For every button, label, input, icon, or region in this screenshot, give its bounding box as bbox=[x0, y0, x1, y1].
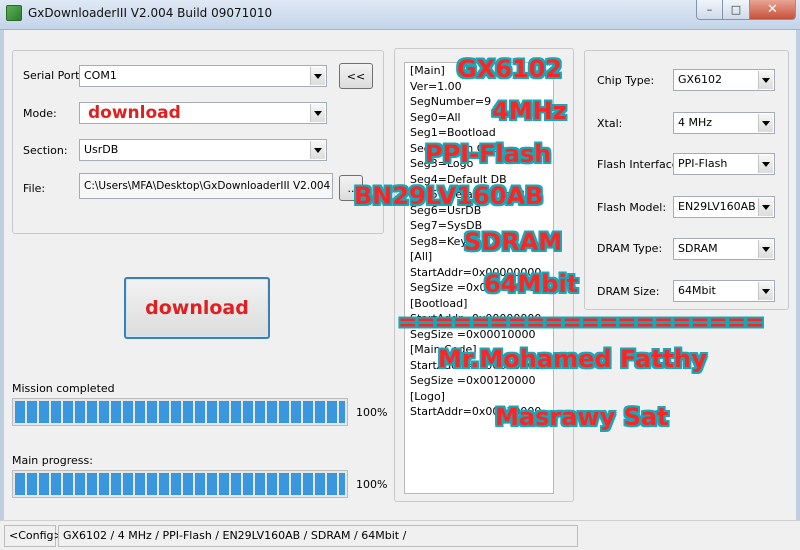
file-path-input[interactable]: C:\Users\MFA\Desktop\GxDownloaderIII V2.… bbox=[79, 173, 333, 199]
download-button[interactable]: download bbox=[124, 277, 270, 339]
overlay-brand: Masrawy Sat bbox=[495, 403, 669, 431]
chip-type-label: Chip Type: bbox=[597, 74, 655, 87]
overlay-divider: ==================== bbox=[398, 310, 764, 336]
chip-type-value: GX6102 bbox=[678, 73, 723, 86]
overlay-dram-type: SDRAM bbox=[464, 228, 563, 256]
dram-size-select[interactable]: 64Mbit bbox=[673, 280, 775, 302]
serial-port-label: Serial Port: bbox=[23, 69, 84, 82]
section-select[interactable]: UsrDB bbox=[79, 139, 327, 161]
mission-completed-label: Mission completed bbox=[12, 382, 115, 395]
serial-port-value: COM1 bbox=[84, 69, 117, 82]
chevron-down-icon[interactable] bbox=[758, 240, 773, 258]
main-progress-fill bbox=[15, 473, 345, 495]
maximize-button[interactable]: □ bbox=[723, 0, 750, 20]
mission-progress-fill bbox=[15, 401, 345, 423]
download-button-label: download bbox=[145, 297, 249, 319]
dram-type-label: DRAM Type: bbox=[597, 242, 663, 255]
overlay-flash-model: BN29LV160AB bbox=[354, 182, 544, 210]
dram-size-label: DRAM Size: bbox=[597, 285, 660, 298]
flash-model-value: EN29LV160AB bbox=[678, 200, 756, 213]
chevron-down-icon[interactable] bbox=[310, 104, 325, 122]
section-label: Section: bbox=[23, 144, 68, 157]
section-value: UsrDB bbox=[84, 143, 119, 156]
minimize-button[interactable]: – bbox=[696, 0, 723, 20]
chip-type-select[interactable]: GX6102 bbox=[673, 69, 775, 91]
main-progress-bar bbox=[12, 470, 348, 498]
flash-interface-value: PPI-Flash bbox=[678, 157, 728, 170]
chevron-down-icon[interactable] bbox=[758, 71, 773, 89]
main-percent: 100% bbox=[356, 478, 388, 491]
chevron-down-icon[interactable] bbox=[310, 141, 325, 159]
title-bar: GxDownloaderIII V2.004 Build 09071010 – … bbox=[0, 0, 800, 30]
xtal-select[interactable]: 4 MHz bbox=[673, 112, 775, 134]
mission-percent: 100% bbox=[356, 406, 388, 419]
app-icon bbox=[6, 5, 22, 21]
file-path-value: C:\Users\MFA\Desktop\GxDownloaderIII V2.… bbox=[84, 180, 330, 192]
log-line: Seg1=Bootload bbox=[410, 126, 496, 139]
chevron-down-icon[interactable] bbox=[758, 282, 773, 300]
refresh-port-button[interactable]: << bbox=[339, 63, 373, 89]
mission-progress-bar bbox=[12, 398, 348, 426]
log-line: SegSize =0x00120000 bbox=[410, 374, 536, 387]
dram-size-value: 64Mbit bbox=[678, 284, 716, 297]
window-title: GxDownloaderIII V2.004 Build 09071010 bbox=[28, 6, 273, 20]
mode-value: download bbox=[88, 103, 181, 123]
status-bar: <Config> GX6102 / 4 MHz / PPI-Flash / EN… bbox=[0, 520, 800, 550]
config-toggle-button[interactable]: <Config> bbox=[4, 525, 63, 547]
chevron-down-icon[interactable] bbox=[758, 114, 773, 132]
flash-interface-select[interactable]: PPI-Flash bbox=[673, 153, 775, 175]
dram-type-value: SDRAM bbox=[678, 242, 718, 255]
overlay-author: Mr.Mohamed Fatthy bbox=[438, 345, 707, 373]
window-controls: – □ ✕ bbox=[696, 0, 796, 20]
main-window: Serial Port: COM1 << Mode: download Sect… bbox=[4, 30, 796, 520]
flash-model-select[interactable]: EN29LV160AB bbox=[673, 196, 775, 218]
overlay-flash-interface: PPI-Flash bbox=[425, 140, 552, 168]
mode-label: Mode: bbox=[23, 107, 57, 120]
close-button[interactable]: ✕ bbox=[750, 0, 796, 20]
flash-model-label: Flash Model: bbox=[597, 201, 667, 214]
overlay-chip: GX6102 bbox=[457, 55, 562, 83]
log-line: [Logo] bbox=[410, 389, 445, 403]
chevron-down-icon[interactable] bbox=[758, 198, 773, 216]
config-group: Chip Type: GX6102 Xtal: 4 MHz Flash Inte… bbox=[584, 50, 789, 310]
overlay-dram-size: 64Mbit bbox=[484, 270, 579, 298]
chevron-down-icon[interactable] bbox=[310, 67, 325, 85]
overlay-xtal: 4MHz bbox=[492, 97, 567, 125]
main-progress-label: Main progress: bbox=[12, 454, 93, 467]
mode-select[interactable]: download bbox=[79, 102, 327, 124]
file-label: File: bbox=[23, 182, 46, 195]
connection-group: Serial Port: COM1 << Mode: download Sect… bbox=[12, 50, 384, 234]
dram-type-select[interactable]: SDRAM bbox=[673, 238, 775, 260]
config-summary: GX6102 / 4 MHz / PPI-Flash / EN29LV160AB… bbox=[58, 525, 578, 547]
xtal-label: Xtal: bbox=[597, 117, 623, 130]
serial-port-select[interactable]: COM1 bbox=[79, 65, 327, 87]
flash-interface-label: Flash Interface: bbox=[597, 158, 683, 171]
chevron-down-icon[interactable] bbox=[758, 155, 773, 173]
xtal-value: 4 MHz bbox=[678, 116, 713, 129]
